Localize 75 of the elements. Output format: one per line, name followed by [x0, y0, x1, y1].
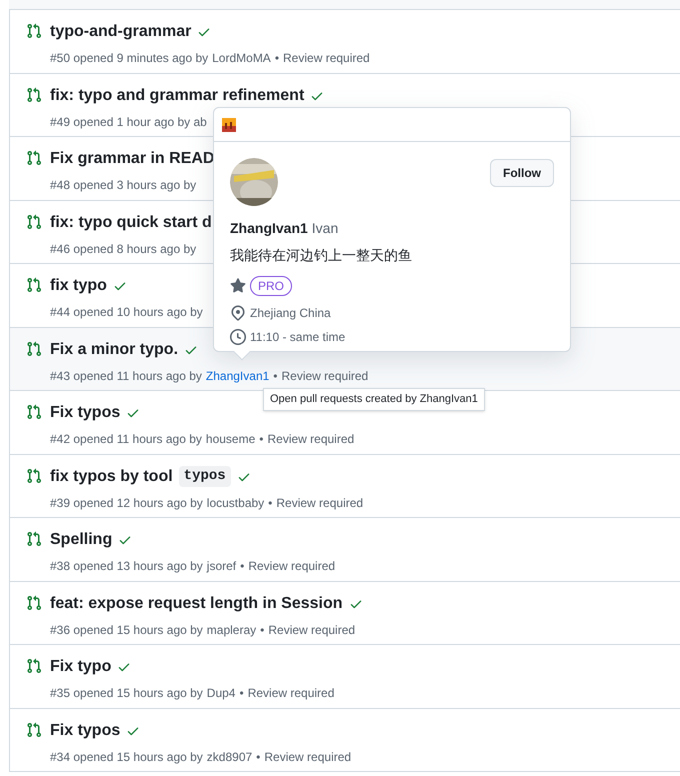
pull-request-icon — [26, 214, 42, 230]
review-status: Review required — [267, 431, 354, 448]
pull-request-icon — [26, 468, 42, 484]
pull-request-meta: #42 opened 11 hours ago by — [50, 431, 202, 448]
pull-request-title[interactable]: feat: expose request length in Session — [50, 592, 343, 616]
author-link[interactable]: houseme — [206, 430, 256, 448]
pull-request-row[interactable]: Fix typos #34 opened 15 hours ago by zkd8907 • Review required — [10, 708, 680, 772]
pull-request-meta: #48 opened 3 hours ago by — [50, 177, 196, 194]
author-link[interactable]: zkd8907 — [206, 748, 252, 766]
separator-dot: • — [273, 368, 278, 384]
pull-request-icon — [26, 277, 42, 293]
review-status: Review required — [282, 368, 368, 384]
separator-dot: • — [260, 622, 264, 638]
star-icon — [230, 278, 246, 294]
pull-request-title[interactable]: fix: typo and grammar refinement — [50, 84, 304, 108]
clock-icon — [230, 329, 246, 345]
user-bio: 我能待在河边钓上一整天的鱼 — [230, 246, 413, 265]
pull-request-row[interactable]: fix typos by tool typos #39 opened 12 hours ago by locustbaby • Review required — [10, 454, 680, 518]
review-status: Review required — [283, 50, 370, 67]
author-link[interactable]: jsoref — [206, 557, 236, 575]
tooltip: Open pull requests created by ZhangIvan1 — [263, 388, 485, 410]
pull-request-icon — [26, 531, 42, 547]
pull-request-title[interactable]: Fix typos — [50, 401, 120, 425]
pull-request-title[interactable]: Fix grammar in READ — [50, 147, 214, 171]
author-link[interactable]: mapleray — [206, 620, 256, 638]
separator-dot: • — [268, 494, 272, 512]
pull-request-meta: #44 opened 10 hours ago by — [50, 304, 203, 321]
pro-badge: PRO — [250, 276, 292, 296]
pull-request-meta: #50 opened 9 minutes ago by — [50, 50, 208, 67]
pull-request-icon — [26, 722, 42, 738]
separator-dot: • — [256, 748, 260, 766]
pull-request-meta: #38 opened 13 hours ago by — [50, 558, 203, 575]
pull-request-title[interactable]: fix typo — [50, 274, 107, 298]
pull-request-meta: #39 opened 12 hours ago by — [50, 494, 203, 512]
pull-request-icon — [26, 150, 42, 166]
pull-request-icon — [26, 23, 42, 39]
follow-button[interactable]: Follow — [490, 159, 554, 187]
inline-code: typos — [178, 466, 231, 487]
pull-request-meta: #34 opened 15 hours ago by — [50, 748, 203, 766]
pull-request-meta: #43 opened 11 hours ago by — [50, 368, 202, 384]
pull-request-title[interactable]: Fix typos — [50, 718, 120, 742]
pull-request-icon — [26, 594, 42, 610]
pull-request-icon — [26, 658, 42, 674]
location-pin-icon — [230, 305, 246, 321]
separator-dot: • — [259, 431, 264, 448]
username[interactable]: ZhangIvan1 — [230, 218, 308, 239]
separator-dot: • — [274, 50, 280, 67]
pull-request-icon — [26, 86, 42, 102]
display-name: Ivan — [312, 219, 338, 238]
pull-request-meta: #36 opened 15 hours ago by — [50, 622, 203, 638]
review-status: Review required — [248, 685, 334, 702]
author-link[interactable]: Dup4 — [206, 684, 236, 702]
review-status: Review required — [248, 558, 336, 575]
author-link[interactable]: LordMoMA — [212, 49, 271, 67]
pull-request-title[interactable]: typo-and-grammar — [50, 20, 192, 44]
user-location: Zhejiang China — [250, 305, 331, 322]
pull-request-title[interactable]: fix typos by tool — [50, 464, 173, 488]
pull-request-icon — [26, 404, 42, 420]
pull-request-title[interactable]: fix: typo quick start d — [50, 210, 212, 234]
user-local-time: 11:10 - same time — [250, 329, 346, 346]
pull-request-meta: #35 opened 15 hours ago by — [50, 685, 203, 702]
separator-dot: • — [240, 558, 244, 575]
review-status: Review required — [268, 622, 356, 638]
pull-request-title[interactable]: Fix typo — [50, 655, 112, 679]
pull-request-icon — [26, 340, 42, 356]
author-link[interactable]: locustbaby — [206, 494, 264, 512]
pull-request-meta: #46 opened 8 hours ago by — [50, 240, 196, 258]
pull-request-title[interactable]: Spelling — [50, 528, 112, 552]
pull-request-row[interactable]: feat: expose request length in Session #36 opened 15 hours ago by mapleray • Review required — [10, 582, 680, 645]
pull-request-title[interactable]: Fix a minor typo. — [50, 338, 178, 362]
author-link[interactable]: ZhangIvan1 — [206, 366, 270, 384]
review-status: Review required — [264, 748, 352, 766]
review-status: Review required — [276, 494, 364, 512]
pull-request-meta: #49 opened 1 hour ago by ab — [50, 114, 207, 130]
separator-dot: • — [239, 685, 244, 702]
